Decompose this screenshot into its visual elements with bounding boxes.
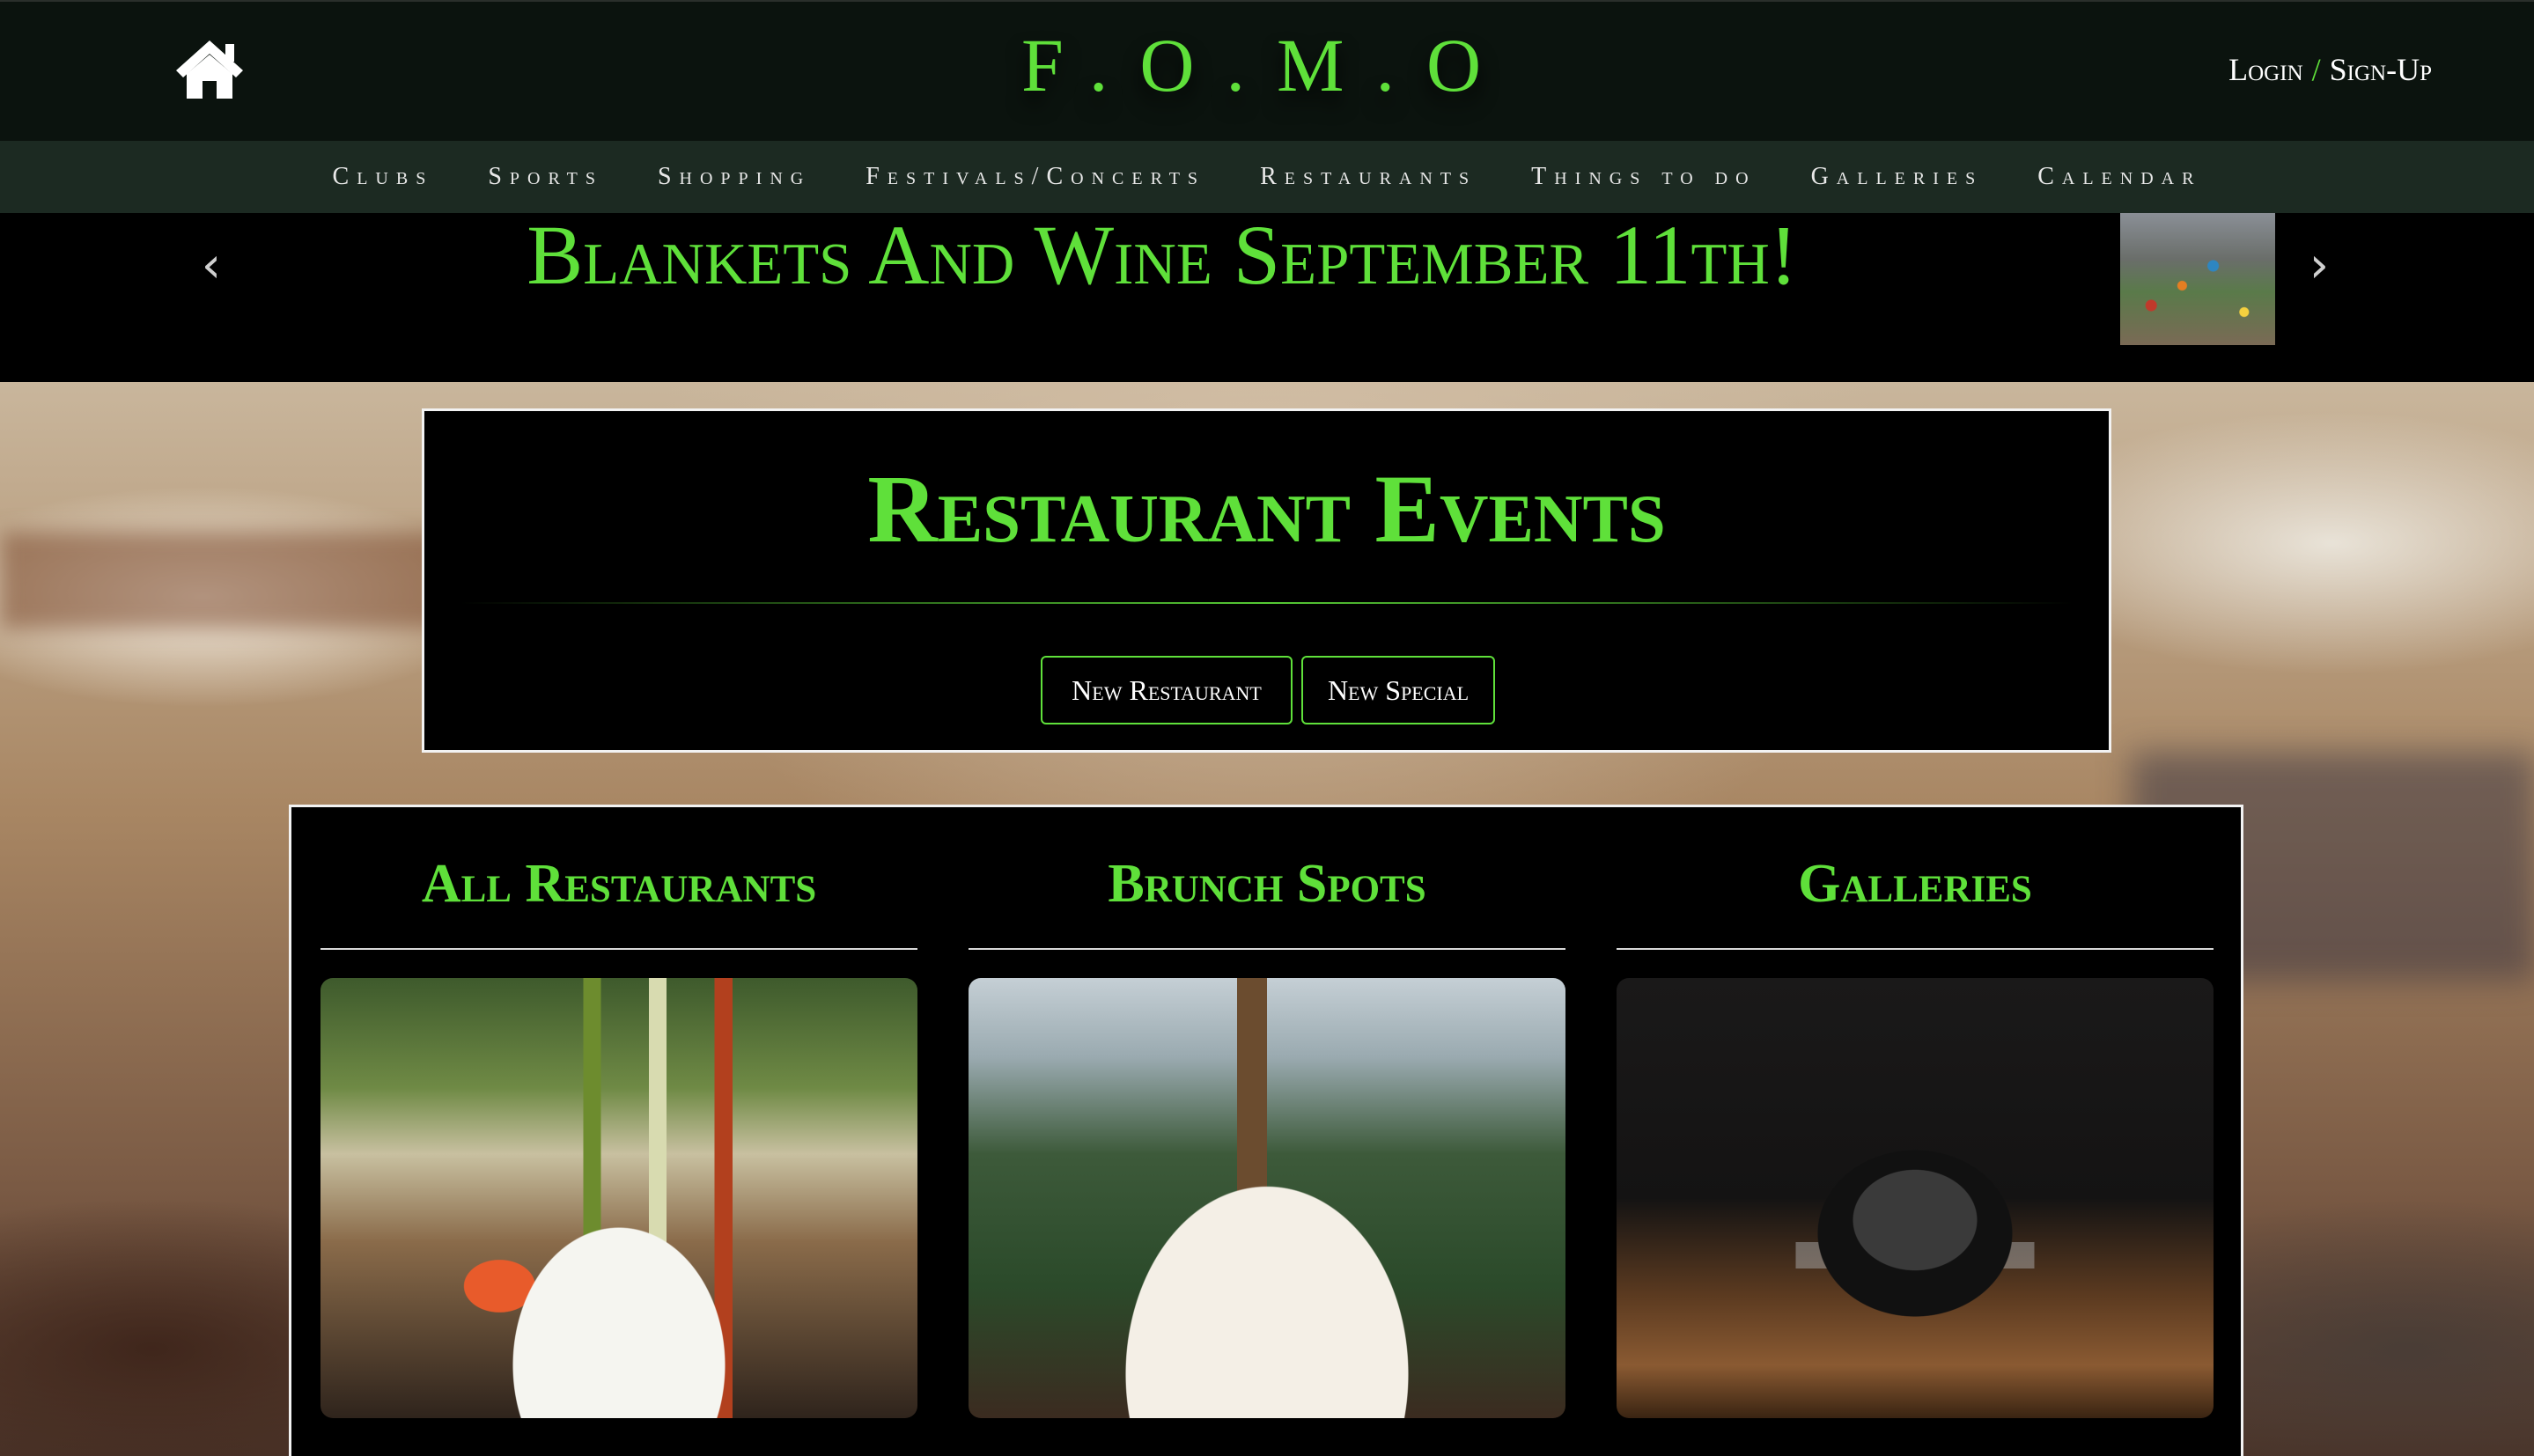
category-divider [1617,948,2214,950]
auth-separator: / [2311,52,2321,87]
categories-panel: All Restaurants Brunch Spots Galleries [289,805,2243,1456]
main-nav: Clubs Sports Shopping Festivals/Concerts… [0,141,2534,213]
title-divider [460,602,2074,604]
nav-item-clubs[interactable]: Clubs [333,163,434,191]
page-title: Restaurant Events [867,455,1666,563]
new-special-button[interactable]: New Special [1301,656,1495,724]
nav-item-sports[interactable]: Sports [488,163,603,191]
signup-link[interactable]: Sign-Up [2330,52,2432,87]
brunch-spots-image[interactable] [969,978,1565,1418]
nav-item-galleries[interactable]: Galleries [1811,163,1984,191]
nav-item-restaurants[interactable]: Restaurants [1260,163,1477,191]
nav-item-shopping[interactable]: Shopping [658,163,811,191]
event-carousel: ‹ Blankets And Wine September 11th! › [0,213,2534,382]
new-restaurant-button[interactable]: New Restaurant [1041,656,1293,724]
all-restaurants-image[interactable] [320,978,917,1418]
auth-links: Login / Sign-Up [2228,51,2432,88]
carousel-thumbnail[interactable] [2120,213,2275,345]
category-divider [320,948,917,950]
site-logo[interactable]: F.O.M.O [0,21,2534,109]
nav-item-things-to-do[interactable]: Things to do [1531,163,1756,191]
carousel-headline[interactable]: Blankets And Wine September 11th! [0,213,2324,298]
login-link[interactable]: Login [2228,52,2302,87]
top-header: F.O.M.O Login / Sign-Up [0,0,2534,141]
nav-item-calendar[interactable]: Calendar [2037,163,2201,191]
category-divider [969,948,1565,950]
chevron-right-icon[interactable]: › [2293,239,2346,292]
galleries-image[interactable] [1617,978,2214,1418]
category-title-galleries[interactable]: Galleries [1617,853,2214,915]
nav-item-festivals-concerts[interactable]: Festivals/Concerts [866,163,1205,191]
category-title-brunch-spots[interactable]: Brunch Spots [969,853,1565,915]
restaurant-events-panel: Restaurant Events New Restaurant New Spe… [422,408,2111,753]
category-title-all-restaurants[interactable]: All Restaurants [320,853,917,915]
